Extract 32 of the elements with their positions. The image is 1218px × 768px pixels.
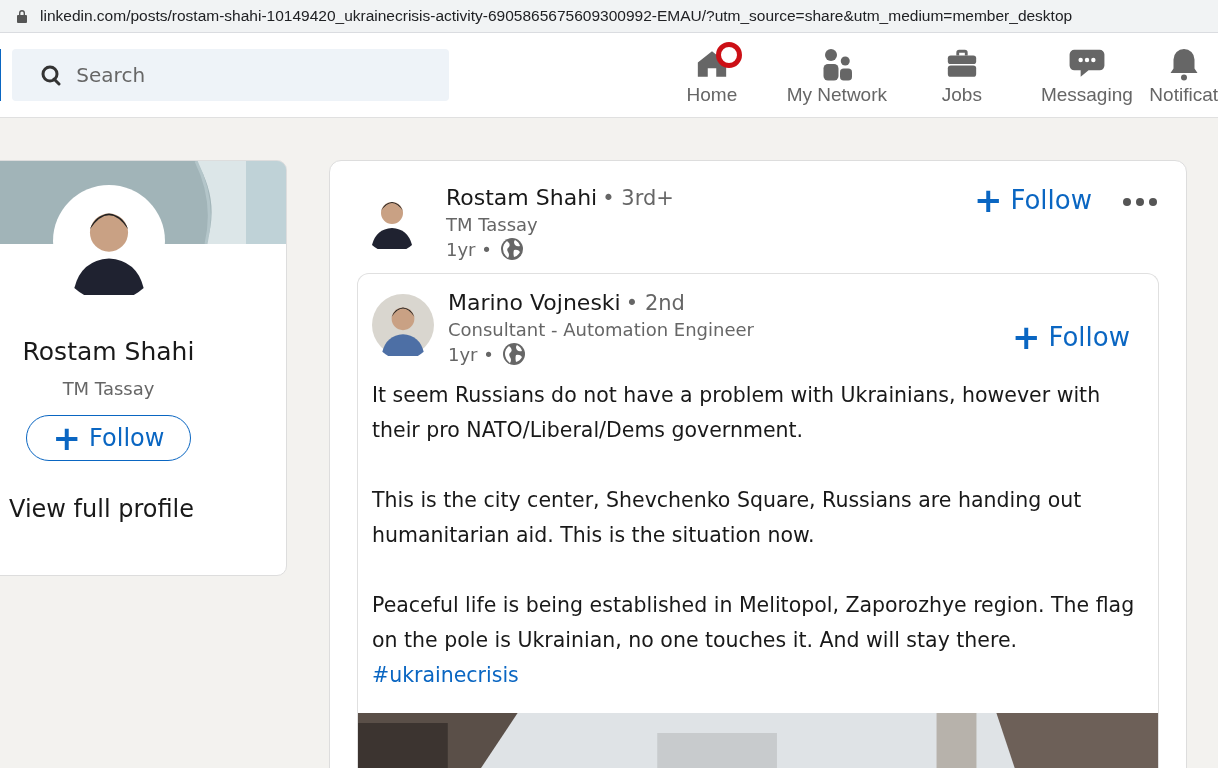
connection-degree: • 3rd+ xyxy=(602,186,674,210)
nav-item[interactable]: Messaging xyxy=(1024,44,1150,106)
post-paragraph: This is the city center, Shevchenko Square, Russians are handing out humanitarian aid. This is the situation now. xyxy=(372,487,1083,549)
url-text: linkedin.com/posts/rostam-shahi-10149420_ukrainecrisis-activity-6905865675609300992-EMAU/?utm_source=share&utm_medium=member_desktop xyxy=(40,7,1073,25)
address-bar[interactable]: linkedin.com/posts/rostam-shahi-10149420_ukrainecrisis-activity-6905865675609300992-EMAU/?utm_source=share&utm_medium=member_desktop xyxy=(0,0,1218,33)
profile-name: Rostam Shahi xyxy=(22,337,195,366)
search-icon xyxy=(40,64,63,86)
follow-button[interactable]: + Follow xyxy=(25,415,192,461)
post-paragraph: Peaceful life is being established in Melitopol, Zaporozhye region. The flag on the pole is Ukrainian, no one touches it. And will stay there. xyxy=(372,592,1136,654)
author-headline: TM Tassay xyxy=(446,214,539,235)
connection-degree: • 2nd xyxy=(625,291,685,315)
nav-item[interactable]: Jobs xyxy=(899,44,1025,106)
follow-button[interactable]: + Follow xyxy=(973,185,1092,215)
nav-item[interactable]: Home xyxy=(649,44,775,106)
lock-icon xyxy=(16,9,28,23)
follow-button[interactable]: + Follow xyxy=(1011,322,1130,352)
post-paragraph: It seem Russians do not have a problem with Ukrainians, however with their pro NATO/Liberal/Dems government. xyxy=(372,382,1102,444)
profile-headline: TM Tassay xyxy=(62,378,155,399)
hashtag-link[interactable]: #ukrainecrisis xyxy=(372,663,519,687)
search-field[interactable]: Search xyxy=(12,49,450,101)
more-icon[interactable] xyxy=(1122,197,1158,207)
globe-icon xyxy=(499,237,524,261)
nav-item[interactable]: Notificat xyxy=(1149,44,1218,106)
post-time: 1yr • xyxy=(446,238,492,260)
view-profile-link[interactable]: View full profile xyxy=(9,495,194,523)
author-headline: Consultant - Automation Engineer xyxy=(448,319,754,340)
nav-item[interactable]: My Network xyxy=(774,44,900,106)
avatar-icon xyxy=(372,294,434,356)
post-time: 1yr • xyxy=(448,343,494,365)
author-name[interactable]: Rostam Shahi xyxy=(446,185,598,210)
author-name[interactable]: Marino Vojneski xyxy=(448,290,621,315)
globe-icon xyxy=(501,342,526,366)
